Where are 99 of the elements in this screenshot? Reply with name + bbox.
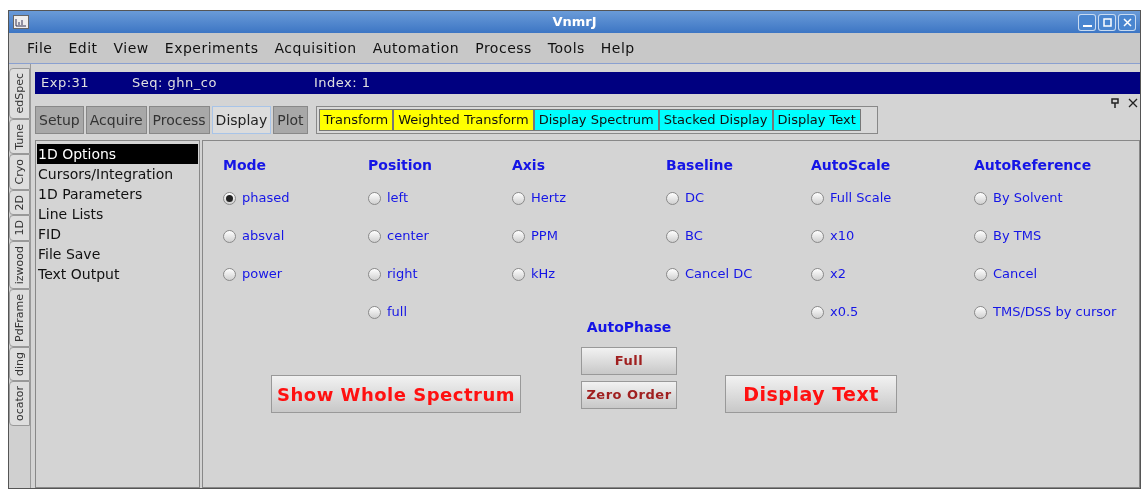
radio-button[interactable] xyxy=(368,305,381,319)
group-heading: AutoScale xyxy=(811,156,892,175)
radio-label: x10 xyxy=(830,227,855,246)
toolbar-button[interactable]: Display Spectrum xyxy=(533,109,659,131)
toolbar-button[interactable]: Transform xyxy=(318,109,394,131)
radio-label: right xyxy=(387,265,418,284)
side-tab[interactable]: izwood xyxy=(9,240,30,289)
group-heading: Position xyxy=(368,156,434,175)
radio-button[interactable] xyxy=(666,267,679,281)
radio-button[interactable] xyxy=(811,267,824,281)
radio-label: center xyxy=(387,227,429,246)
menu-item[interactable]: Help xyxy=(600,37,635,59)
radio-button[interactable] xyxy=(368,229,381,243)
radio-label: x2 xyxy=(830,265,846,284)
close-icon xyxy=(1122,17,1132,27)
radio-label: x0.5 xyxy=(830,303,859,322)
side-tab[interactable]: ocator xyxy=(9,380,30,426)
radio-button[interactable] xyxy=(811,305,824,319)
radio-label: power xyxy=(242,265,283,284)
autophase-button[interactable]: Full xyxy=(581,347,677,375)
list-item[interactable]: Cursors/Integration xyxy=(37,164,198,184)
radio-label: By Solvent xyxy=(993,189,1063,208)
radio-label: Hertz xyxy=(531,189,567,208)
tab[interactable]: Display xyxy=(211,106,272,134)
radio-button[interactable] xyxy=(974,229,987,243)
side-tab[interactable]: 1D xyxy=(9,215,30,241)
side-tab[interactable]: ding xyxy=(9,346,30,381)
radio-button[interactable] xyxy=(974,191,987,205)
index-number: Index: 1 xyxy=(314,74,371,93)
group-heading: Axis xyxy=(512,156,546,175)
toolbar-button[interactable]: Stacked Display xyxy=(658,109,773,131)
close-button[interactable] xyxy=(1118,13,1136,31)
side-tab[interactable]: edSpec xyxy=(9,68,30,119)
experiment-number: Exp:31 xyxy=(41,74,91,93)
side-tab[interactable]: PdFrame xyxy=(9,288,30,347)
radio-label: phased xyxy=(242,189,290,208)
radio-button[interactable] xyxy=(974,267,987,281)
app-icon xyxy=(13,15,29,29)
radio-button[interactable] xyxy=(368,191,381,205)
minimize-icon xyxy=(1082,24,1092,27)
radio-label: Cancel DC xyxy=(685,265,753,284)
radio-button[interactable] xyxy=(512,191,525,205)
radio-button[interactable] xyxy=(223,267,236,281)
menu-item[interactable]: File xyxy=(27,37,53,59)
maximize-icon xyxy=(1102,17,1112,27)
radio-label: TMS/DSS by cursor xyxy=(993,303,1117,322)
radio-button[interactable] xyxy=(223,229,236,243)
autophase-button[interactable]: Zero Order xyxy=(581,381,677,409)
maximize-button[interactable] xyxy=(1098,13,1116,31)
radio-button[interactable] xyxy=(974,305,987,319)
radio-label: absval xyxy=(242,227,285,246)
side-tab[interactable]: 2D xyxy=(9,189,30,216)
window-title: VnmrJ xyxy=(552,13,597,32)
tab[interactable]: Process xyxy=(148,106,210,134)
group-heading: Mode xyxy=(223,156,268,175)
menu-item[interactable]: Edit xyxy=(68,37,98,59)
menu-item[interactable]: View xyxy=(113,37,149,59)
menu-item[interactable]: Experiments xyxy=(164,37,259,59)
minimize-button[interactable] xyxy=(1078,13,1096,31)
tab[interactable]: Plot xyxy=(273,106,308,134)
radio-label: DC xyxy=(685,189,705,208)
tab[interactable]: Setup xyxy=(35,106,84,134)
radio-button[interactable] xyxy=(811,191,824,205)
list-item[interactable]: Text Output xyxy=(37,264,198,284)
menu-item[interactable]: Acquisition xyxy=(274,37,357,59)
radio-label: Full Scale xyxy=(830,189,892,208)
radio-button[interactable] xyxy=(512,267,525,281)
radio-button[interactable] xyxy=(811,229,824,243)
side-tab[interactable]: Tune xyxy=(9,118,30,155)
menu-item[interactable]: Automation xyxy=(372,37,460,59)
radio-label: BC xyxy=(685,227,703,246)
radio-button[interactable] xyxy=(666,191,679,205)
group-heading: Baseline xyxy=(666,156,734,175)
radio-label: left xyxy=(387,189,409,208)
side-tab[interactable]: Cryo xyxy=(9,154,30,190)
pin-icon[interactable] xyxy=(1110,98,1120,108)
sequence-name: Seq: ghn_co xyxy=(132,74,218,93)
radio-label: full xyxy=(387,303,408,322)
toolbar-button[interactable]: Display Text xyxy=(772,109,861,131)
radio-button[interactable] xyxy=(512,229,525,243)
list-item[interactable]: FID xyxy=(37,224,198,244)
group-heading: AutoReference xyxy=(974,156,1093,175)
list-item[interactable]: Line Lists xyxy=(37,204,198,224)
list-item[interactable]: 1D Options xyxy=(37,144,198,164)
radio-label: PPM xyxy=(531,227,558,246)
radio-button[interactable] xyxy=(368,267,381,281)
list-item[interactable]: 1D Parameters xyxy=(37,184,198,204)
close-icon[interactable] xyxy=(1128,98,1138,108)
autophase-heading: AutoPhase xyxy=(586,318,672,337)
tab[interactable]: Acquire xyxy=(85,106,147,134)
radio-button[interactable] xyxy=(223,191,236,205)
radio-label: Cancel xyxy=(993,265,1038,284)
radio-label: kHz xyxy=(531,265,556,284)
menu-item[interactable]: Tools xyxy=(547,37,585,59)
radio-button[interactable] xyxy=(666,229,679,243)
list-item[interactable]: File Save xyxy=(37,244,198,264)
toolbar-button[interactable]: Weighted Transform xyxy=(393,109,534,131)
radio-label: By TMS xyxy=(993,227,1042,246)
menu-item[interactable]: Process xyxy=(475,37,532,59)
